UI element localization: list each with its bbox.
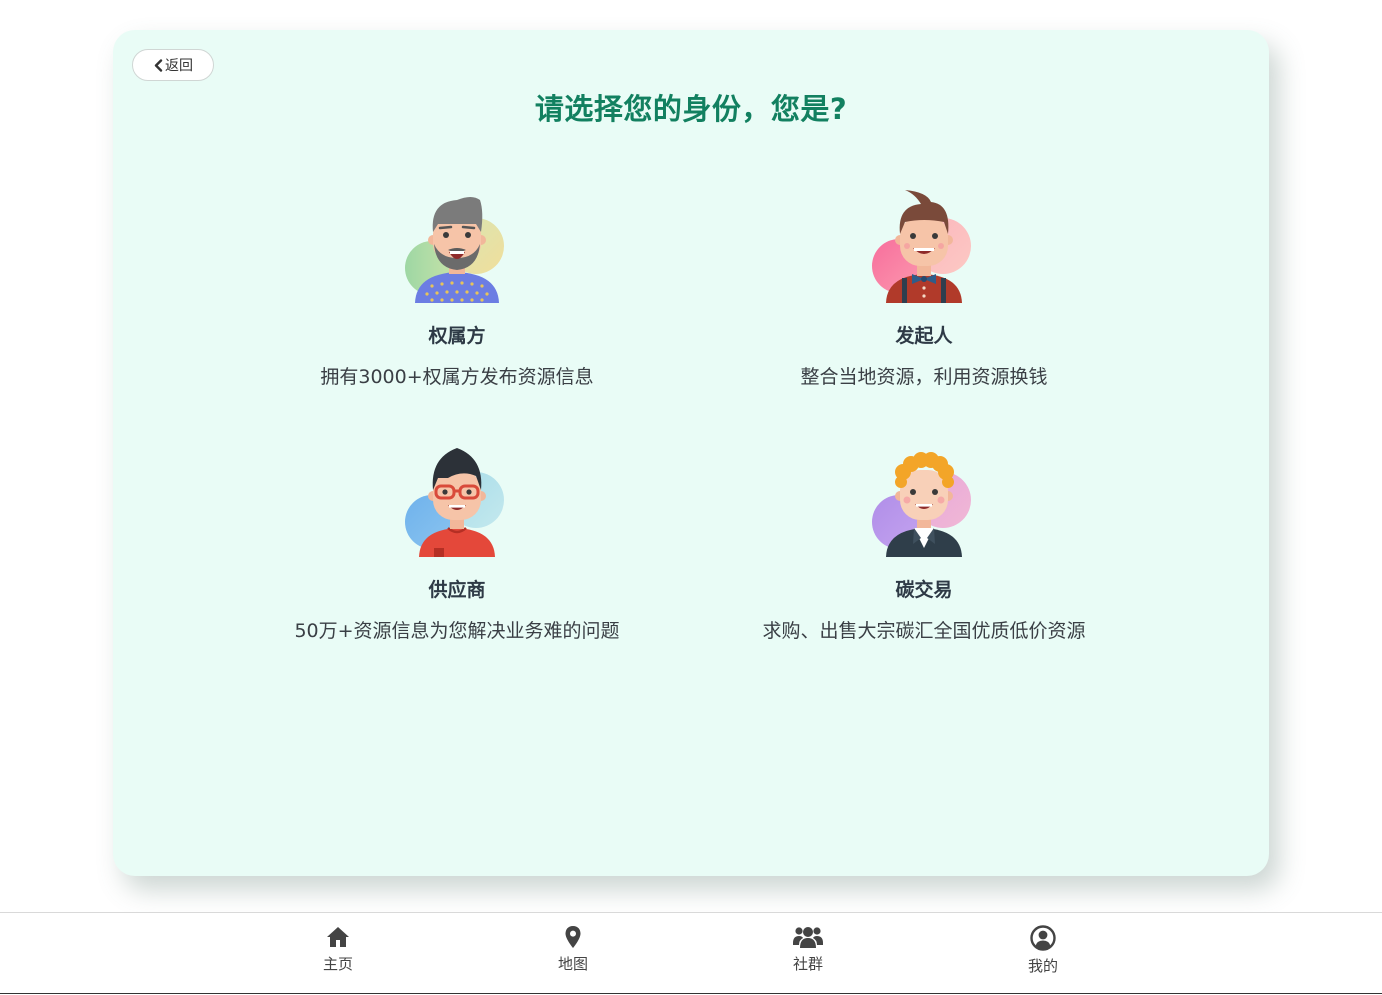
chevron-left-icon bbox=[153, 58, 163, 72]
users-icon bbox=[793, 927, 823, 948]
role-name: 供应商 bbox=[428, 579, 486, 601]
user-circle-icon bbox=[1030, 925, 1056, 951]
role-description: 求购、出售大宗碳汇全国优质低价资源 bbox=[762, 620, 1086, 642]
page-title: 请选择您的身份，您是? bbox=[534, 92, 848, 126]
nav-label: 主页 bbox=[322, 955, 353, 973]
map-pin-icon bbox=[565, 926, 581, 948]
role-name: 发起人 bbox=[895, 325, 953, 347]
nav-item-community[interactable]: 社群 bbox=[768, 925, 848, 974]
role-selection-card: 返回 请选择您的身份，您是? 权属方 拥有3000+权属方发布资源信息 发起人 … bbox=[113, 30, 1269, 876]
bottom-nav: 主页 地图 社群 我的 bbox=[0, 912, 1382, 994]
glasses-man-avatar-icon bbox=[405, 448, 504, 557]
home-icon bbox=[327, 927, 349, 947]
role-description: 拥有3000+权属方发布资源信息 bbox=[320, 366, 594, 388]
nav-item-map[interactable]: 地图 bbox=[533, 925, 613, 974]
role-option-owner[interactable]: 权属方 拥有3000+权属方发布资源信息 bbox=[237, 188, 677, 389]
role-name: 碳交易 bbox=[895, 579, 953, 601]
nav-label: 我的 bbox=[1027, 957, 1058, 975]
back-button-label: 返回 bbox=[165, 58, 193, 74]
curly-hair-man-avatar-icon bbox=[872, 452, 971, 557]
nav-label: 地图 bbox=[557, 955, 588, 973]
nav-item-me[interactable]: 我的 bbox=[1003, 925, 1083, 976]
role-option-supplier[interactable]: 供应商 50万+资源信息为您解决业务难的问题 bbox=[237, 442, 677, 643]
role-description: 50万+资源信息为您解决业务难的问题 bbox=[294, 620, 620, 642]
nav-item-home[interactable]: 主页 bbox=[298, 925, 378, 974]
role-description: 整合当地资源，利用资源换钱 bbox=[800, 366, 1048, 388]
bearded-man-avatar-icon bbox=[405, 197, 504, 303]
bowtie-man-avatar-icon bbox=[872, 190, 971, 303]
back-button[interactable]: 返回 bbox=[132, 49, 214, 81]
nav-label: 社群 bbox=[792, 955, 823, 973]
role-name: 权属方 bbox=[428, 325, 486, 347]
role-option-carbon-trade[interactable]: 碳交易 求购、出售大宗碳汇全国优质低价资源 bbox=[704, 442, 1144, 643]
role-option-initiator[interactable]: 发起人 整合当地资源，利用资源换钱 bbox=[704, 188, 1144, 389]
